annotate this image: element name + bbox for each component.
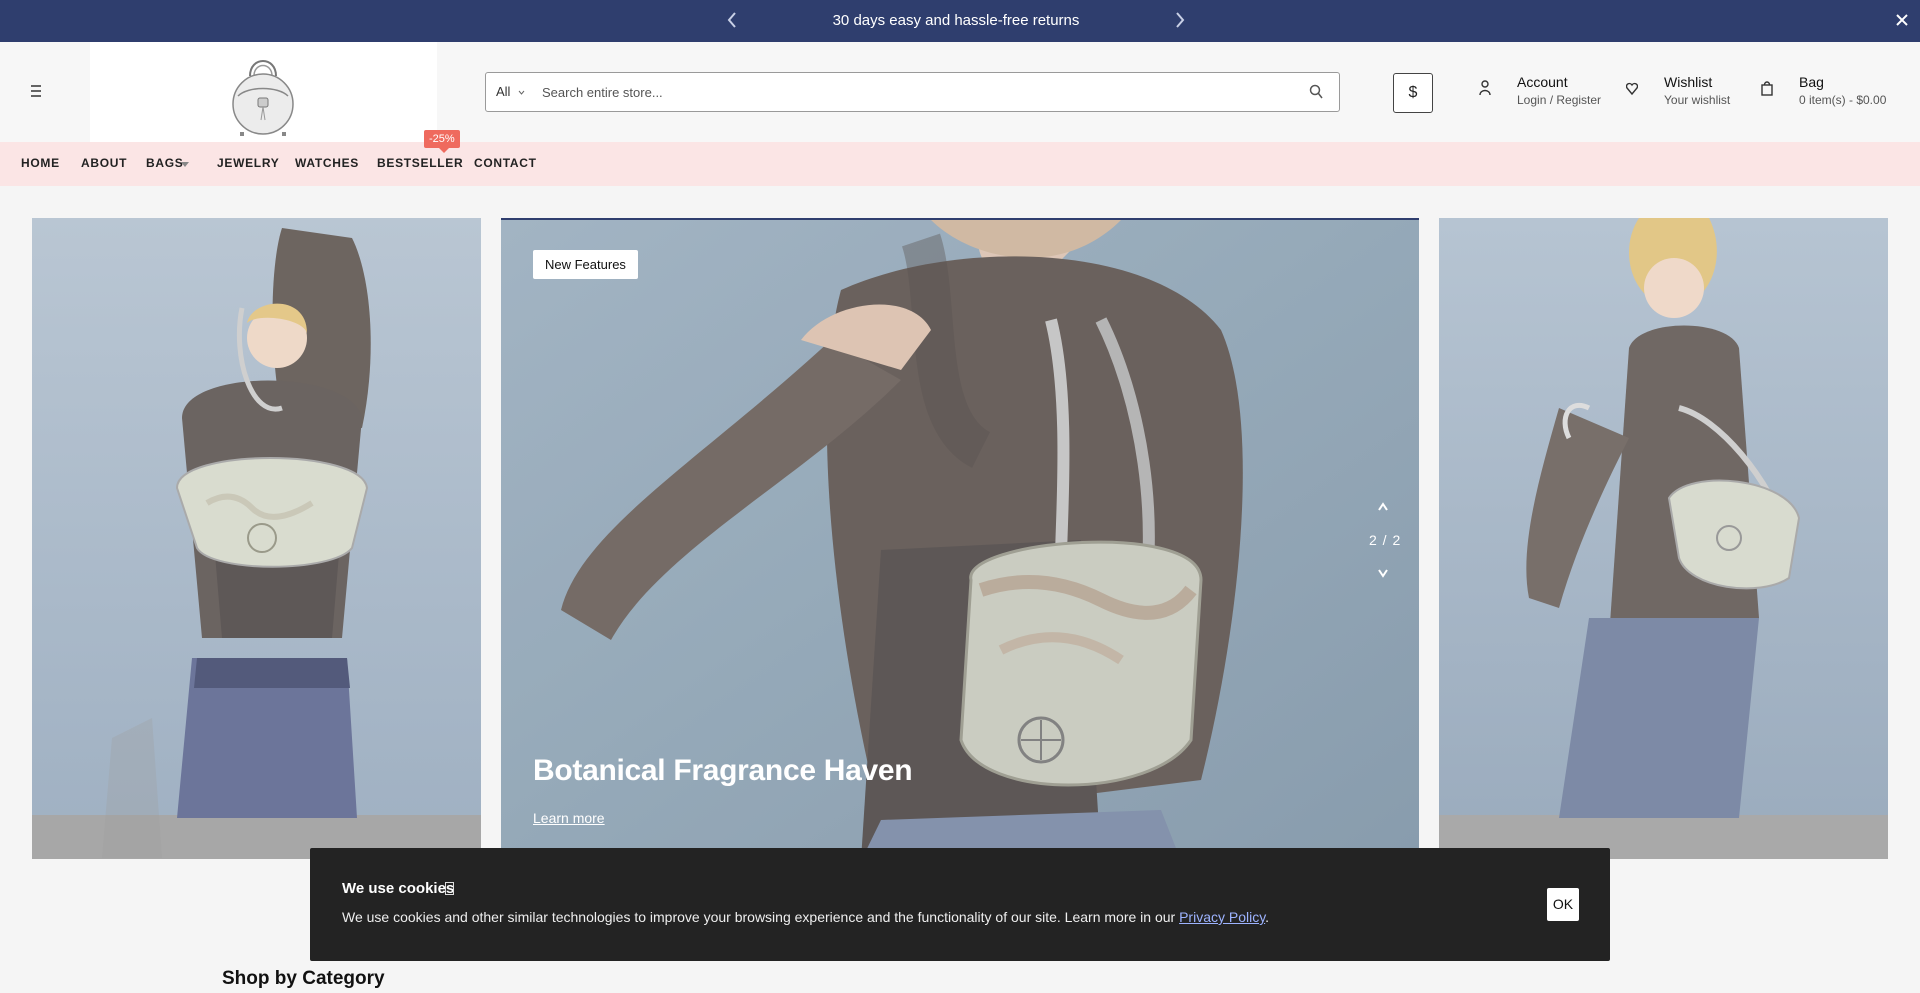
search-input[interactable] (542, 81, 1282, 103)
cookie-title: We use cookies (342, 880, 455, 897)
account-subtitle: Login / Register (1517, 93, 1602, 107)
cookie-text: We use cookies and other similar technol… (342, 909, 1269, 925)
user-icon (1479, 80, 1491, 96)
search-bar: All (485, 72, 1340, 112)
nav-item-bestseller[interactable]: BESTSELLER (377, 156, 463, 170)
model-photo-right (1439, 218, 1888, 859)
cookie-icon (445, 882, 454, 895)
announcement-text: 30 days easy and hassle-free returns (832, 12, 1080, 29)
hero-title: Botanical Fragrance Haven (533, 754, 913, 787)
caret-down-icon (181, 162, 189, 167)
search-category-select[interactable]: All (496, 84, 510, 99)
privacy-policy-link[interactable]: Privacy Policy (1179, 909, 1265, 925)
heart-icon (1626, 82, 1638, 96)
nav-item-contact[interactable]: CONTACT (474, 156, 537, 170)
cookie-end: . (1265, 909, 1270, 925)
slide-image-right[interactable] (1439, 218, 1888, 859)
wishlist-subtitle: Your wishlist (1664, 93, 1731, 107)
cookie-ok-button[interactable]: OK (1547, 888, 1579, 921)
bag-subtitle: 0 item(s) - $0.00 (1799, 93, 1887, 107)
site-header: All $ Account Login / Register Wishlist … (0, 42, 1920, 142)
slide-counter: 2 / 2 (1369, 532, 1402, 548)
chevron-down-icon[interactable] (1377, 562, 1389, 584)
chevron-right-icon[interactable] (1173, 11, 1187, 29)
slide-image-left[interactable] (32, 218, 481, 859)
shop-by-category-heading: Shop by Category (222, 968, 385, 989)
nav-item-jewelry[interactable]: JEWELRY (217, 156, 279, 170)
sale-badge: -25% (424, 130, 460, 153)
nav-item-bags[interactable]: BAGS (146, 156, 183, 170)
chevron-down-icon (518, 90, 525, 95)
cookie-banner: We use cookies We use cookies and other … (310, 848, 1610, 961)
main-nav: HOME ABOUT BAGS JEWELRY WATCHES BESTSELL… (0, 142, 1920, 186)
logo[interactable] (90, 42, 437, 142)
new-features-badge: New Features (533, 250, 638, 279)
account-title: Account (1517, 74, 1568, 90)
close-icon[interactable] (1894, 12, 1910, 28)
learn-more-link[interactable]: Learn more (533, 810, 605, 826)
search-icon[interactable] (1309, 84, 1323, 100)
chevron-up-icon[interactable] (1377, 496, 1389, 518)
wishlist-title: Wishlist (1664, 74, 1713, 90)
handbag-logo-icon (232, 60, 294, 136)
nav-item-about[interactable]: ABOUT (81, 156, 127, 170)
currency-selector[interactable]: $ (1393, 73, 1433, 113)
nav-item-watches[interactable]: WATCHES (295, 156, 359, 170)
bag-icon (1761, 81, 1773, 96)
cookie-message: We use cookies and other similar technol… (342, 909, 1180, 925)
hamburger-icon[interactable] (30, 84, 42, 98)
hero-slide[interactable]: New Features Botanical Fragrance Haven L… (501, 218, 1419, 859)
nav-item-home[interactable]: HOME (21, 156, 60, 170)
announcement-bar: 30 days easy and hassle-free returns (0, 0, 1920, 42)
model-photo-left (32, 218, 481, 859)
bag-title: Bag (1799, 74, 1824, 90)
